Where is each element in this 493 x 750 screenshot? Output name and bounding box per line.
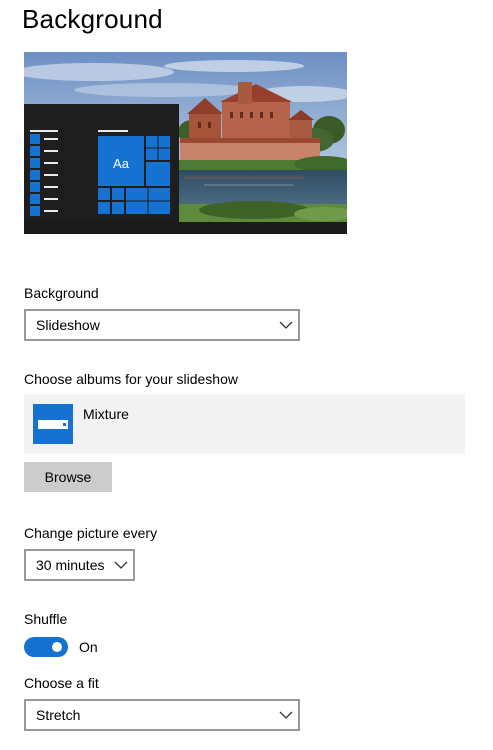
fit-dropdown[interactable]: Stretch xyxy=(24,699,300,731)
shuffle-label: Shuffle xyxy=(24,611,68,627)
browse-button[interactable]: Browse xyxy=(24,462,112,492)
fit-label: Choose a fit xyxy=(24,675,99,691)
preview-tile-label: Aa xyxy=(113,156,130,171)
background-preview: Aa xyxy=(24,52,347,234)
chevron-down-icon xyxy=(279,321,293,329)
shuffle-state-label: On xyxy=(79,639,98,655)
chevron-down-icon xyxy=(114,561,128,569)
album-item-mixture[interactable]: Mixture xyxy=(24,394,465,454)
toggle-knob xyxy=(52,642,62,652)
background-label: Background xyxy=(24,285,99,301)
albums-label: Choose albums for your slideshow xyxy=(24,371,238,387)
shuffle-toggle[interactable] xyxy=(24,637,68,657)
interval-dropdown[interactable]: 30 minutes xyxy=(24,549,135,581)
fit-dropdown-value: Stretch xyxy=(36,707,81,723)
page-title: Background xyxy=(22,4,163,34)
album-name: Mixture xyxy=(83,406,129,422)
preview-image: Aa xyxy=(24,52,347,234)
folder-album-icon xyxy=(33,404,73,444)
chevron-down-icon xyxy=(279,711,293,719)
interval-label: Change picture every xyxy=(24,525,158,541)
background-dropdown[interactable]: Slideshow xyxy=(24,309,300,341)
background-dropdown-value: Slideshow xyxy=(36,317,100,333)
interval-dropdown-value: 30 minutes xyxy=(36,557,105,573)
